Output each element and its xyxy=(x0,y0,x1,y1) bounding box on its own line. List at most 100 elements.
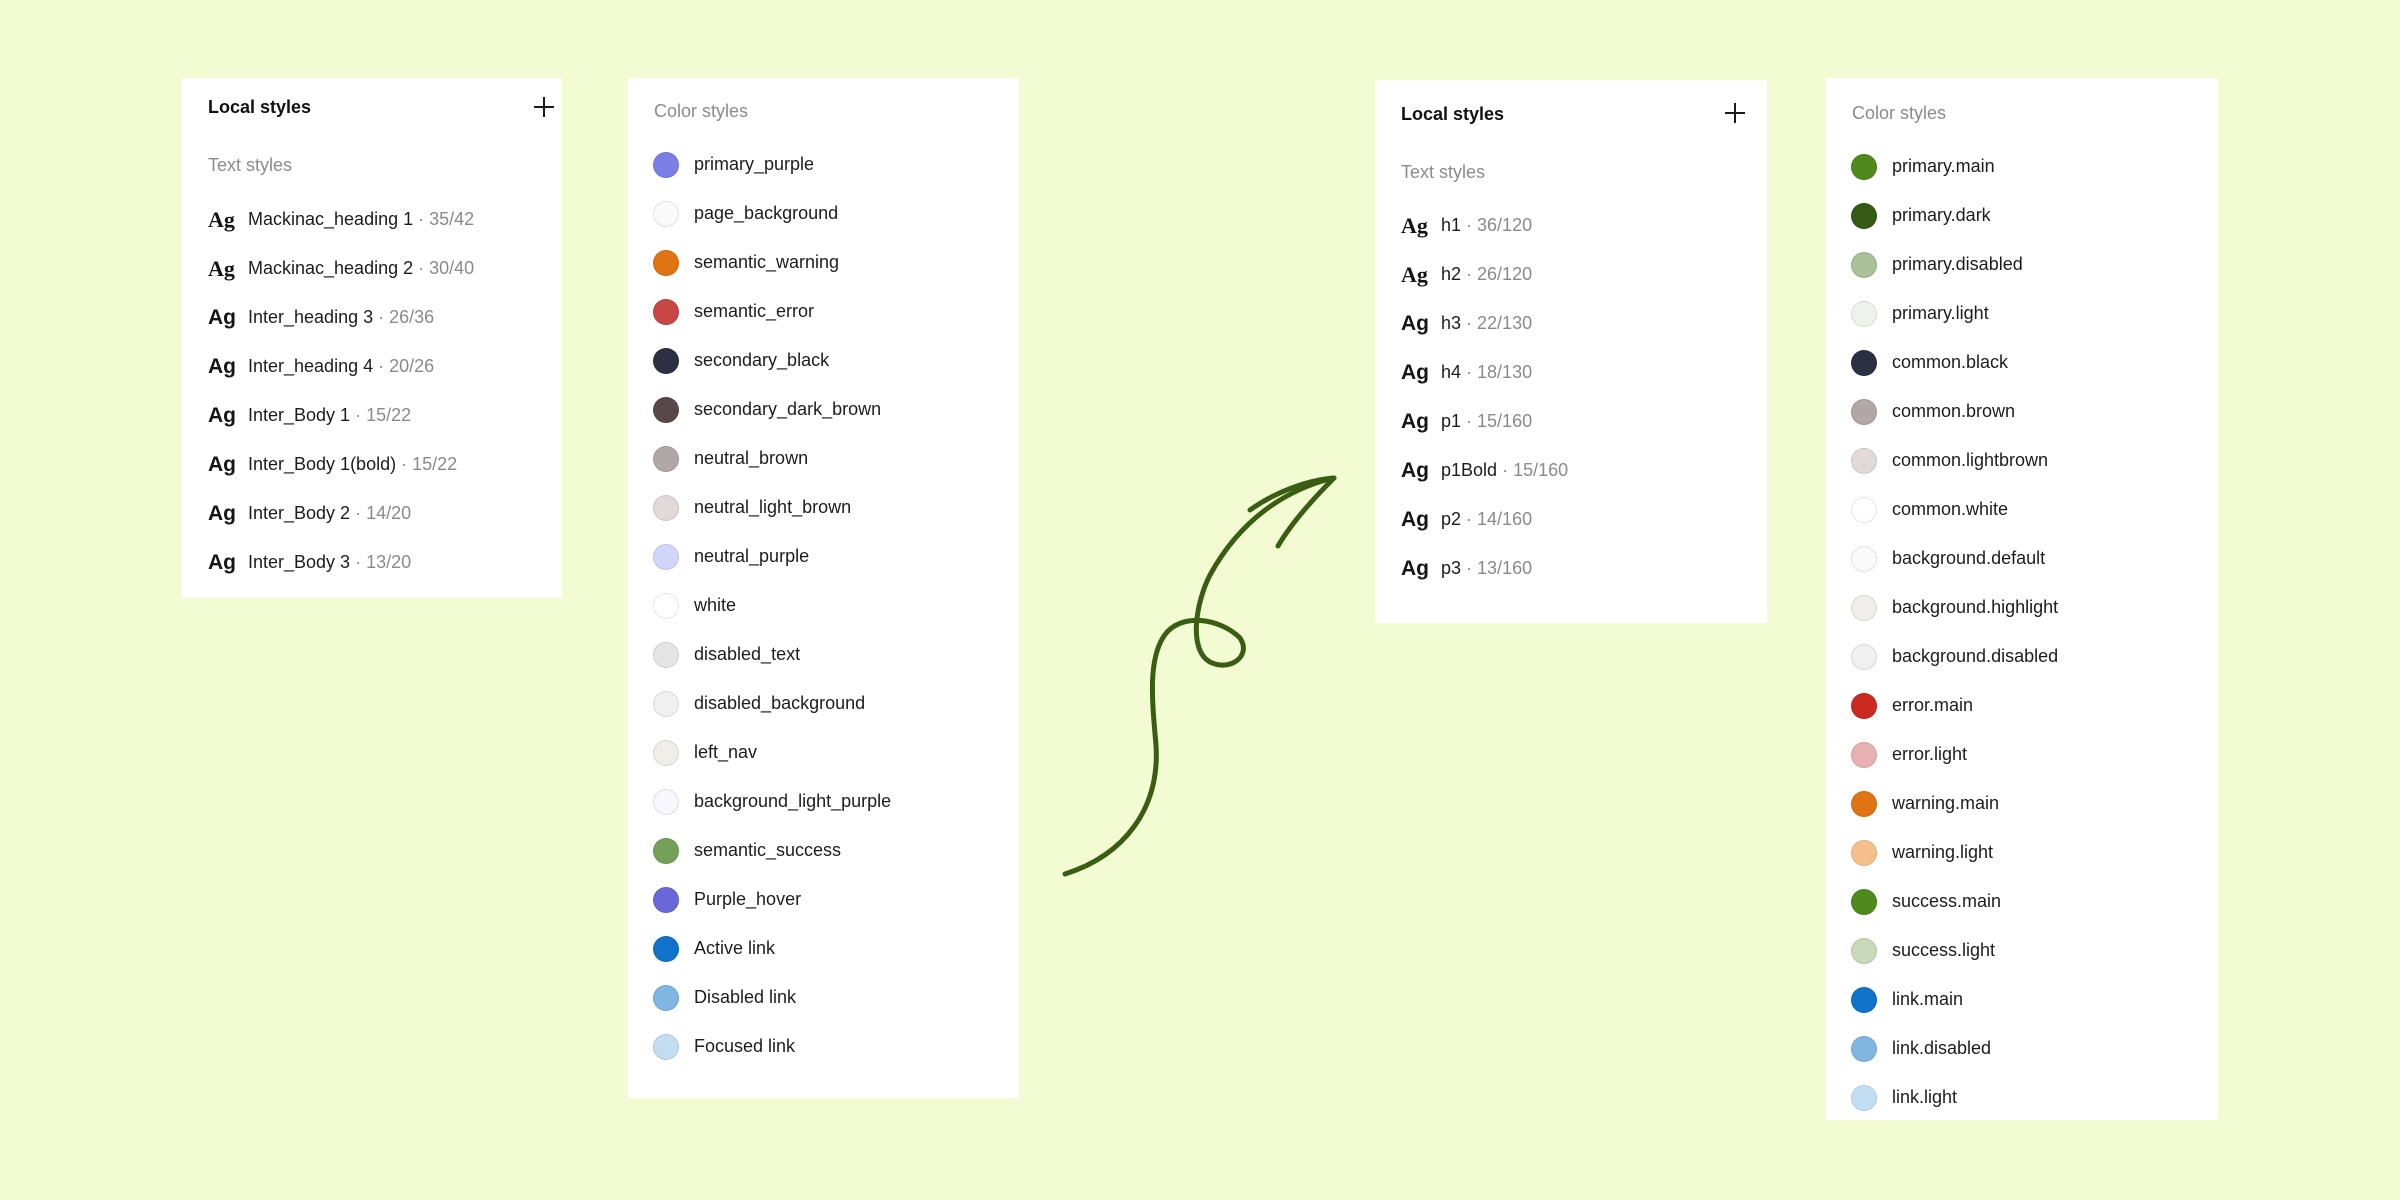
color-style-item[interactable]: secondary_black xyxy=(628,336,1019,385)
color-style-name: success.main xyxy=(1892,891,2002,911)
color-style-name: left_nav xyxy=(694,742,758,762)
color-style-item[interactable]: semantic_warning xyxy=(628,238,1019,287)
separator: · xyxy=(355,552,362,572)
color-style-item[interactable]: semantic_error xyxy=(628,287,1019,336)
color-swatch xyxy=(653,298,679,325)
text-style-name: Inter_Body 1(bold) xyxy=(248,454,397,474)
color-style-item[interactable]: common.white xyxy=(1826,485,2218,534)
color-style-item[interactable]: success.light xyxy=(1826,926,2218,975)
color-style-item[interactable]: Focused link xyxy=(628,1022,1019,1071)
color-style-item[interactable]: link.light xyxy=(1826,1073,2218,1122)
color-style-item[interactable]: Purple_hover xyxy=(628,875,1019,924)
color-style-item[interactable]: primary_purple xyxy=(628,140,1019,189)
color-style-item[interactable]: Active link xyxy=(628,924,1019,973)
color-style-item[interactable]: page_background xyxy=(628,189,1019,238)
color-style-item[interactable]: common.lightbrown xyxy=(1826,436,2218,485)
text-style-size: 15/160 xyxy=(1513,460,1569,480)
color-style-name: warning.light xyxy=(1892,842,1994,862)
color-swatch xyxy=(1851,202,1877,229)
color-swatch xyxy=(1851,937,1877,964)
text-style-item[interactable]: Ag h2 · 26/120 xyxy=(1375,250,1767,299)
color-style-item[interactable]: primary.disabled xyxy=(1826,240,2218,289)
color-style-item[interactable]: secondary_dark_brown xyxy=(628,385,1019,434)
text-style-size: 22/130 xyxy=(1477,313,1533,333)
color-style-name: semantic_warning xyxy=(694,252,840,272)
color-style-name: primary_purple xyxy=(694,154,815,174)
text-style-item[interactable]: Ag p1 · 15/160 xyxy=(1375,397,1767,446)
separator: · xyxy=(1466,264,1473,284)
text-style-item[interactable]: Ag Mackinac_heading 2 · 30/40 xyxy=(182,244,562,293)
color-style-item[interactable]: error.main xyxy=(1826,681,2218,730)
color-style-item[interactable]: common.black xyxy=(1826,338,2218,387)
color-style-item[interactable]: link.main xyxy=(1826,975,2218,1024)
color-style-item[interactable]: error.light xyxy=(1826,730,2218,779)
color-style-item[interactable]: Disabled link xyxy=(628,973,1019,1022)
text-style-item[interactable]: Ag Inter_Body 2 · 14/20 xyxy=(182,489,562,538)
text-style-item[interactable]: Ag Mackinac_heading 1 · 35/42 xyxy=(182,195,562,244)
text-style-item[interactable]: Ag h1 · 36/120 xyxy=(1375,201,1767,250)
text-style-size: 36/120 xyxy=(1477,215,1533,235)
arrow-curve xyxy=(1062,475,1336,877)
color-style-item[interactable]: disabled_text xyxy=(628,630,1019,679)
color-swatch xyxy=(653,837,679,864)
color-style-item[interactable]: background.highlight xyxy=(1826,583,2218,632)
color-style-item[interactable]: background.disabled xyxy=(1826,632,2218,681)
text-style-name: h1 xyxy=(1441,215,1462,235)
text-style-size: 26/36 xyxy=(389,307,435,327)
text-style-item[interactable]: Ag p2 · 14/160 xyxy=(1375,495,1767,544)
text-style-item[interactable]: Ag Inter_Body 1 · 15/22 xyxy=(182,391,562,440)
color-style-item[interactable]: common.brown xyxy=(1826,387,2218,436)
color-style-name: secondary_black xyxy=(694,350,830,370)
text-style-item[interactable]: Ag h3 · 22/130 xyxy=(1375,299,1767,348)
panel-title: Local styles xyxy=(208,97,312,117)
color-style-item[interactable]: primary.main xyxy=(1826,142,2218,191)
color-swatch xyxy=(653,543,679,570)
text-style-item[interactable]: Ag Inter_Body 1(bold) · 15/22 xyxy=(182,440,562,489)
text-style-name: Inter_heading 3 xyxy=(248,307,374,327)
text-style-name: h2 xyxy=(1441,264,1462,284)
text-style-item[interactable]: Ag p3 · 13/160 xyxy=(1375,544,1767,593)
color-style-item[interactable]: white xyxy=(628,581,1019,630)
text-style-size: 30/40 xyxy=(429,258,475,278)
text-style-item[interactable]: Ag Inter_Body 3 · 13/20 xyxy=(182,538,562,587)
color-style-name: error.main xyxy=(1892,695,1974,715)
color-swatch xyxy=(653,935,679,962)
color-style-name: Focused link xyxy=(694,1036,796,1056)
color-style-item[interactable]: primary.dark xyxy=(1826,191,2218,240)
text-style-item[interactable]: Ag Inter_heading 4 · 20/26 xyxy=(182,342,562,391)
color-style-item[interactable]: disabled_background xyxy=(628,679,1019,728)
separator: · xyxy=(355,503,362,523)
color-style-item[interactable]: warning.main xyxy=(1826,779,2218,828)
color-style-item[interactable]: background.default xyxy=(1826,534,2218,583)
text-style-preview-icon: Ag xyxy=(1401,311,1429,335)
text-style-preview-icon: Ag xyxy=(1401,261,1428,287)
color-style-item[interactable]: neutral_purple xyxy=(628,532,1019,581)
color-style-name: common.black xyxy=(1892,352,2009,372)
color-swatch xyxy=(653,396,679,423)
color-swatch xyxy=(1851,692,1877,719)
separator: · xyxy=(1502,460,1509,480)
text-style-item[interactable]: Ag Inter_heading 3 · 26/36 xyxy=(182,293,562,342)
color-style-item[interactable]: semantic_success xyxy=(628,826,1019,875)
text-style-name: Inter_Body 3 xyxy=(248,552,351,572)
color-style-name: common.brown xyxy=(1892,401,2016,421)
color-swatch xyxy=(1851,1084,1877,1111)
add-style-plus-icon[interactable] xyxy=(1725,103,1745,123)
color-style-item[interactable]: primary.light xyxy=(1826,289,2218,338)
color-style-item[interactable]: warning.light xyxy=(1826,828,2218,877)
add-style-plus-icon[interactable] xyxy=(534,97,554,117)
color-style-item[interactable]: background_light_purple xyxy=(628,777,1019,826)
text-style-name: p1 xyxy=(1441,411,1462,431)
color-style-item[interactable]: left_nav xyxy=(628,728,1019,777)
color-style-item[interactable]: success.main xyxy=(1826,877,2218,926)
color-style-item[interactable]: link.disabled xyxy=(1826,1024,2218,1073)
left-color-styles-panel: Color styles primary_purple page_backgrou… xyxy=(628,78,1019,1098)
color-style-item[interactable]: neutral_light_brown xyxy=(628,483,1019,532)
text-style-item[interactable]: Ag p1Bold · 15/160 xyxy=(1375,446,1767,495)
text-style-size: 26/120 xyxy=(1477,264,1533,284)
color-style-item[interactable]: neutral_brown xyxy=(628,434,1019,483)
text-style-item[interactable]: Ag h4 · 18/130 xyxy=(1375,348,1767,397)
color-style-name: semantic_success xyxy=(694,840,842,860)
text-style-name: Inter_heading 4 xyxy=(248,356,374,376)
text-style-preview-icon: Ag xyxy=(1401,507,1429,531)
